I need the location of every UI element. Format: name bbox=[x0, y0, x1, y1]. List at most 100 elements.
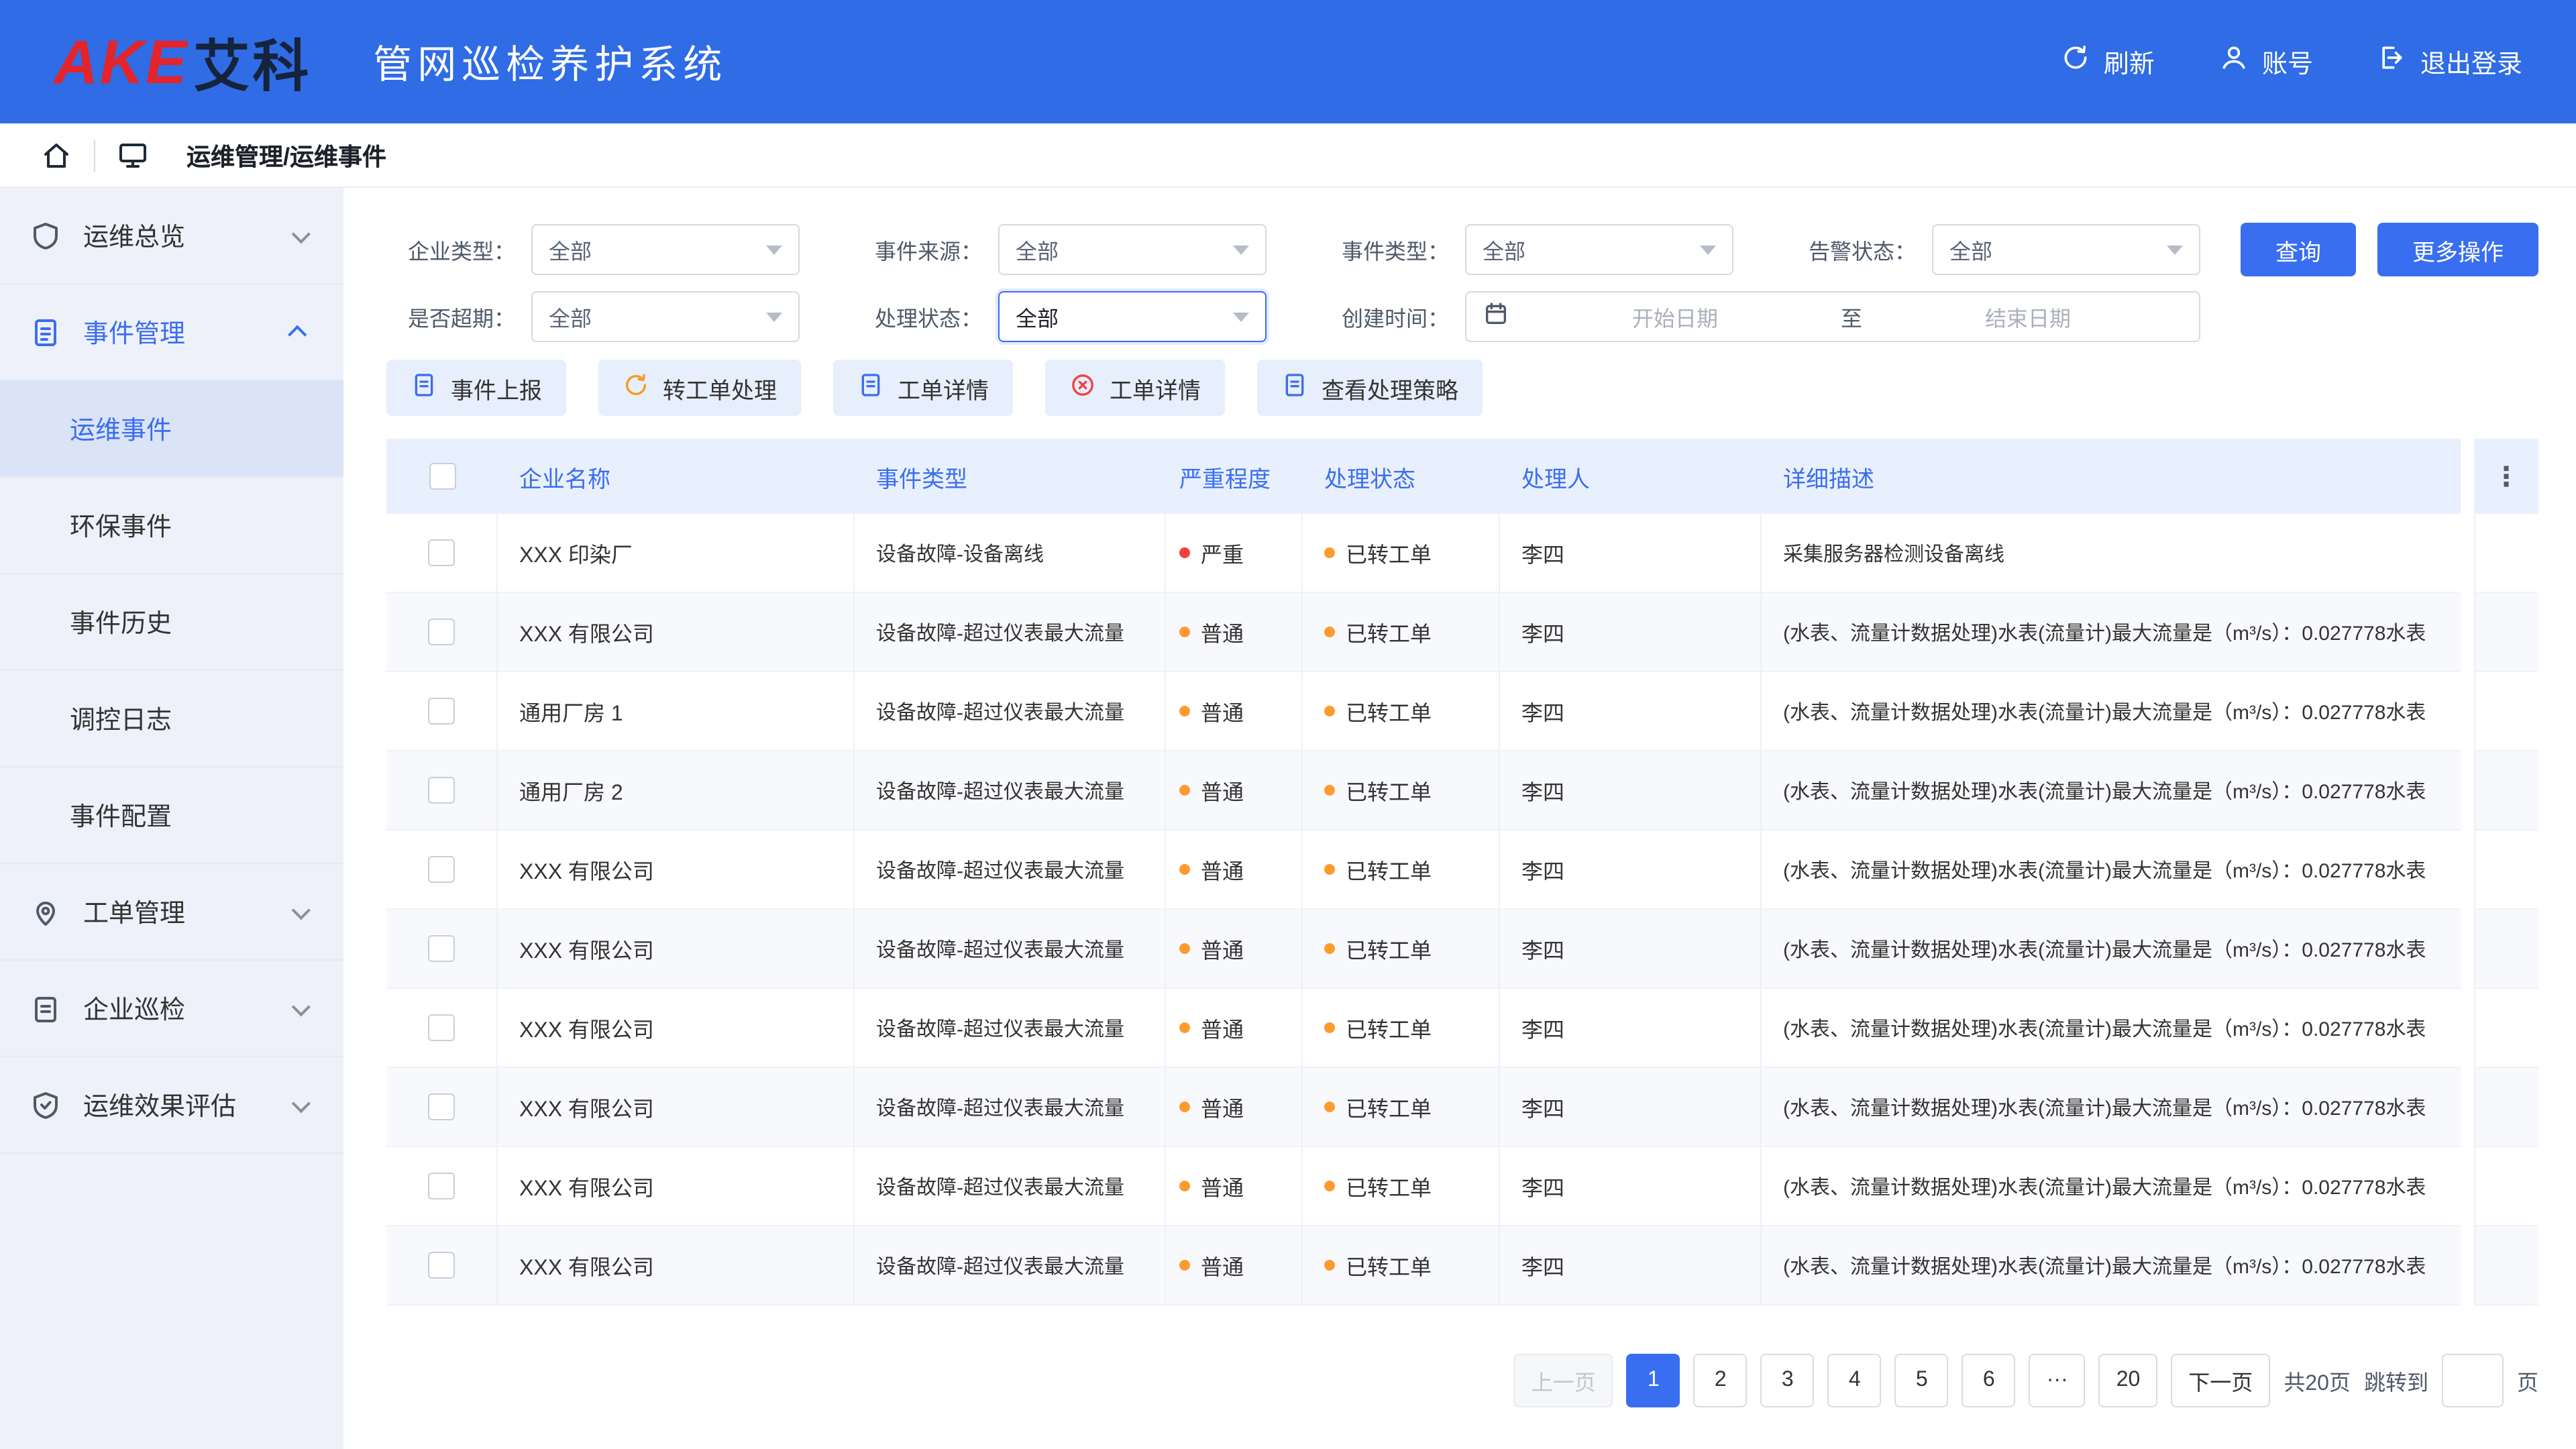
column-header-type[interactable]: 事件类型 bbox=[855, 439, 1166, 514]
page-number-button[interactable]: 3 bbox=[1761, 1354, 1815, 1407]
row-actions-cell bbox=[2474, 1147, 2538, 1226]
company-type-select[interactable]: 全部 bbox=[531, 224, 800, 275]
row-actions-cell bbox=[2474, 910, 2538, 989]
event-source-select[interactable]: 全部 bbox=[998, 224, 1267, 275]
row-checkbox[interactable] bbox=[428, 777, 455, 804]
column-header-company[interactable]: 企业名称 bbox=[498, 439, 855, 514]
severity-cell: 普通 bbox=[1166, 1226, 1303, 1304]
overdue-select[interactable]: 全部 bbox=[531, 291, 800, 342]
overdue-label: 是否超期： bbox=[386, 301, 515, 333]
row-checkbox[interactable] bbox=[428, 1014, 455, 1041]
detail-cell: (水表、流量计数据处理)水表(流量计)最大流量是（m³/s）：0.027778水… bbox=[1762, 1226, 2461, 1304]
chevron-down-icon bbox=[292, 224, 311, 243]
search-button[interactable]: 查询 bbox=[2241, 223, 2356, 276]
row-checkbox[interactable] bbox=[428, 1252, 455, 1279]
table-row: XXX 有限公司 设备故障-超过仪表最大流量 普通 已转工单 bbox=[386, 830, 2461, 910]
workorder-detail-2-button[interactable]: 工单详情 bbox=[1045, 360, 1225, 416]
handle-status-select[interactable]: 全部 bbox=[998, 291, 1267, 342]
page-number-button[interactable]: 1 bbox=[1627, 1354, 1680, 1407]
row-checkbox[interactable] bbox=[428, 698, 455, 724]
row-actions-cell bbox=[2474, 989, 2538, 1068]
workorder-detail-button[interactable]: 工单详情 bbox=[833, 360, 1013, 416]
row-checkbox[interactable] bbox=[428, 935, 455, 962]
sidebar-item-ops-evaluation[interactable]: 运维效果评估 bbox=[0, 1057, 343, 1154]
sidebar-item-event-management[interactable]: 事件管理 bbox=[0, 284, 343, 381]
row-checkbox[interactable] bbox=[428, 619, 455, 645]
alarm-status-select[interactable]: 全部 bbox=[1932, 224, 2200, 275]
page-number-button[interactable]: 6 bbox=[1962, 1354, 2016, 1407]
more-actions-button[interactable]: 更多操作 bbox=[2377, 223, 2538, 276]
sidebar-item-enterprise-inspection[interactable]: 企业巡检 bbox=[0, 961, 343, 1057]
status-dot bbox=[1324, 706, 1335, 716]
logo-cn-text: 艾科 bbox=[193, 21, 311, 103]
detail-cell: (水表、流量计数据处理)水表(流量计)最大流量是（m³/s）：0.027778水… bbox=[1762, 989, 2461, 1067]
page-number-button[interactable]: 20 bbox=[2099, 1354, 2158, 1407]
status-dot bbox=[1324, 1102, 1335, 1112]
company-cell: XXX 有限公司 bbox=[498, 1068, 855, 1146]
refresh-button[interactable]: 刷新 bbox=[2061, 43, 2155, 80]
account-button[interactable]: 账号 bbox=[2219, 43, 2313, 80]
select-all-checkbox[interactable] bbox=[429, 463, 455, 490]
status-cell: 已转工单 bbox=[1303, 1226, 1500, 1304]
severity-cell: 普通 bbox=[1166, 989, 1303, 1067]
sidebar-item-workorder-management[interactable]: 工单管理 bbox=[0, 864, 343, 961]
table-row: XXX 有限公司 设备故障-超过仪表最大流量 普通 已转工单 bbox=[386, 910, 2461, 989]
sidebar-item-label: 事件历史 bbox=[70, 604, 172, 640]
event-type-cell: 设备故障-设备离线 bbox=[855, 514, 1166, 592]
severity-cell: 普通 bbox=[1166, 1147, 1303, 1225]
detail-cell: (水表、流量计数据处理)水表(流量计)最大流量是（m³/s）：0.027778水… bbox=[1762, 910, 2461, 987]
row-checkbox[interactable] bbox=[428, 856, 455, 883]
calendar-icon bbox=[1483, 300, 1509, 333]
app-title: 管网巡检养护系统 bbox=[373, 34, 727, 90]
sidebar-item-label: 调控日志 bbox=[70, 700, 172, 737]
prev-page-button[interactable]: 上一页 bbox=[1514, 1354, 1613, 1407]
page-number-button[interactable]: 5 bbox=[1895, 1354, 1949, 1407]
total-pages-text: 共20页 bbox=[2284, 1364, 2351, 1397]
view-strategy-button[interactable]: 查看处理策略 bbox=[1257, 360, 1483, 416]
column-header-severity[interactable]: 严重程度 bbox=[1166, 439, 1303, 514]
table-scrollbar-track[interactable] bbox=[2461, 439, 2474, 1305]
row-checkbox[interactable] bbox=[428, 539, 455, 566]
severity-dot bbox=[1179, 706, 1190, 716]
sidebar-item-overview[interactable]: 运维总览 bbox=[0, 188, 343, 284]
table-row: XXX 有限公司 设备故障-超过仪表最大流量 普通 已转工单 bbox=[386, 989, 2461, 1068]
handler-cell: 李四 bbox=[1500, 514, 1762, 592]
column-header-detail[interactable]: 详细描述 bbox=[1762, 439, 2461, 514]
column-settings-icon[interactable]: ⋮ bbox=[2474, 439, 2538, 514]
sidebar-item-event-config[interactable]: 事件配置 bbox=[0, 767, 343, 864]
sidebar-item-env-events[interactable]: 环保事件 bbox=[0, 478, 343, 574]
start-date-placeholder: 开始日期 bbox=[1520, 301, 1830, 333]
jump-page-input[interactable] bbox=[2442, 1354, 2504, 1407]
home-icon[interactable] bbox=[40, 139, 72, 171]
sidebar-item-control-logs[interactable]: 调控日志 bbox=[0, 671, 343, 767]
logout-button[interactable]: 退出登录 bbox=[2377, 43, 2522, 80]
handler-cell: 李四 bbox=[1500, 910, 1762, 987]
row-checkbox[interactable] bbox=[428, 1173, 455, 1199]
date-range-picker[interactable]: 开始日期 至 结束日期 bbox=[1465, 291, 2200, 342]
row-checkbox[interactable] bbox=[428, 1093, 455, 1120]
next-page-button[interactable]: 下一页 bbox=[2171, 1354, 2270, 1407]
table-fixed-column: ⋮ bbox=[2474, 439, 2538, 1305]
detail-cell: (水表、流量计数据处理)水表(流量计)最大流量是（m³/s）：0.027778水… bbox=[1762, 830, 2461, 908]
table-row: 通用厂房 1 设备故障-超过仪表最大流量 普通 已转工单 bbox=[386, 672, 2461, 751]
event-type-cell: 设备故障-超过仪表最大流量 bbox=[855, 1147, 1166, 1225]
page-number-button[interactable]: 2 bbox=[1694, 1354, 1748, 1407]
app-header: AKE 艾科 管网巡检养护系统 刷新 账号 退出登录 bbox=[0, 0, 2576, 123]
sidebar-item-ops-events[interactable]: 运维事件 bbox=[0, 381, 343, 478]
refresh-icon bbox=[2061, 43, 2090, 80]
event-type-select[interactable]: 全部 bbox=[1465, 224, 1733, 275]
column-header-handler[interactable]: 处理人 bbox=[1500, 439, 1762, 514]
row-actions-cell bbox=[2474, 672, 2538, 751]
chevron-down-icon bbox=[766, 312, 782, 321]
to-workorder-button[interactable]: 转工单处理 bbox=[598, 360, 801, 416]
company-cell: XXX 有限公司 bbox=[498, 910, 855, 987]
page-number-button[interactable]: 4 bbox=[1828, 1354, 1882, 1407]
monitor-icon[interactable] bbox=[117, 139, 149, 171]
detail-cell: (水表、流量计数据处理)水表(流量计)最大流量是（m³/s）：0.027778水… bbox=[1762, 751, 2461, 829]
column-header-status[interactable]: 处理状态 bbox=[1303, 439, 1500, 514]
report-event-button[interactable]: 事件上报 bbox=[386, 360, 566, 416]
sidebar-item-event-history[interactable]: 事件历史 bbox=[0, 574, 343, 671]
page-number-button[interactable]: ··· bbox=[2029, 1354, 2086, 1407]
severity-cell: 严重 bbox=[1166, 514, 1303, 592]
sidebar-item-label: 事件配置 bbox=[70, 797, 172, 833]
